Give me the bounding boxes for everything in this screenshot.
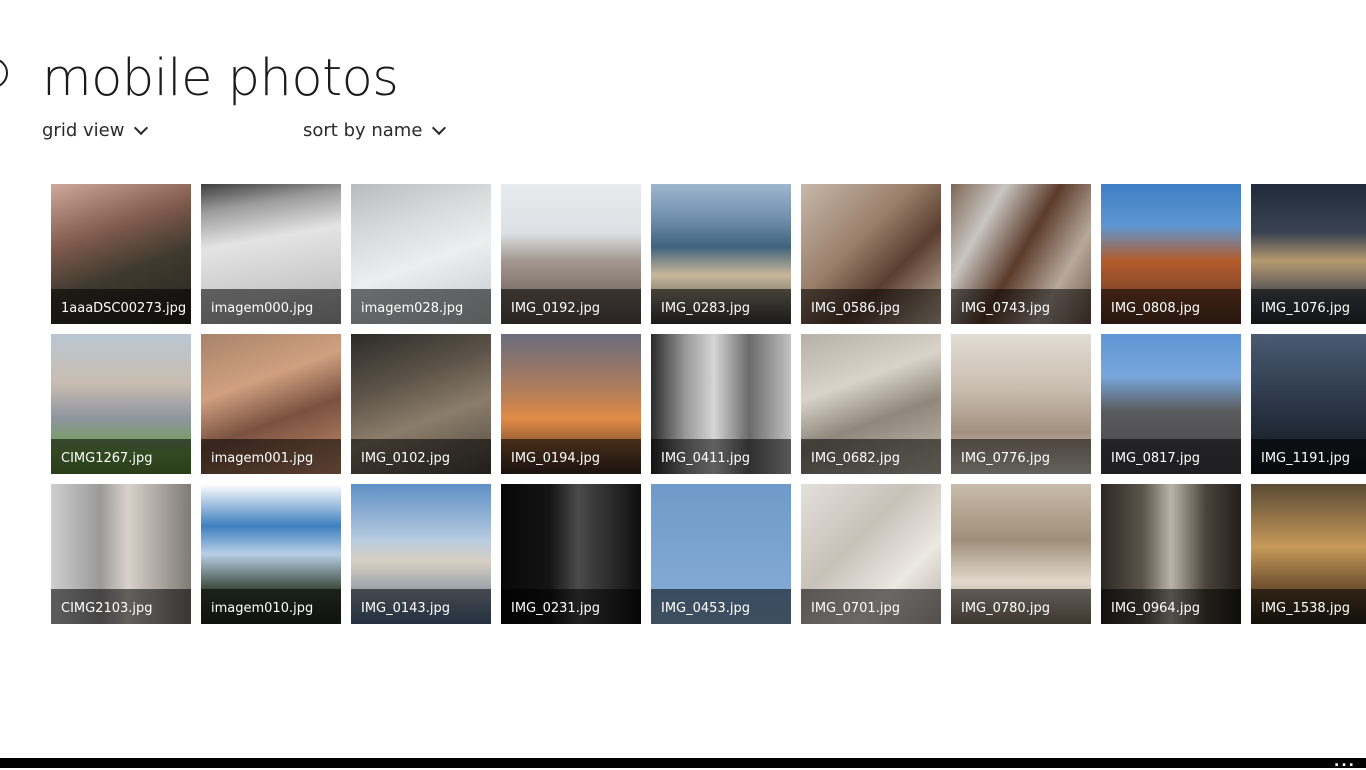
- photo-tile[interactable]: IMG_1191.jpg: [1251, 334, 1366, 474]
- sort-label: sort by name: [303, 119, 423, 141]
- photo-filename: CIMG2103.jpg: [51, 589, 191, 624]
- photo-filename: imagem001.jpg: [201, 439, 341, 474]
- photo-filename: IMG_0743.jpg: [951, 289, 1091, 324]
- photo-filename: IMG_1076.jpg: [1251, 289, 1366, 324]
- photo-tile[interactable]: IMG_0817.jpg: [1101, 334, 1241, 474]
- photo-tile[interactable]: IMG_0231.jpg: [501, 484, 641, 624]
- photo-filename: IMG_0682.jpg: [801, 439, 941, 474]
- photo-grid: 1aaaDSC00273.jpg imagem000.jpg imagem028.j…: [51, 184, 1366, 624]
- photo-filename: IMG_0102.jpg: [351, 439, 491, 474]
- photo-filename: IMG_0780.jpg: [951, 589, 1091, 624]
- photo-tile[interactable]: IMG_0283.jpg: [651, 184, 791, 324]
- photo-tile[interactable]: imagem000.jpg: [201, 184, 341, 324]
- photo-filename: IMG_0143.jpg: [351, 589, 491, 624]
- photo-filename: IMG_0701.jpg: [801, 589, 941, 624]
- photo-tile[interactable]: IMG_0102.jpg: [351, 334, 491, 474]
- photo-filename: 1aaaDSC00273.jpg: [51, 289, 191, 324]
- photo-filename: IMG_0192.jpg: [501, 289, 641, 324]
- photo-filename: imagem010.jpg: [201, 589, 341, 624]
- photo-tile[interactable]: imagem010.jpg: [201, 484, 341, 624]
- photo-filename: IMG_1191.jpg: [1251, 439, 1366, 474]
- photo-tile[interactable]: imagem028.jpg: [351, 184, 491, 324]
- photo-filename: imagem028.jpg: [351, 289, 491, 324]
- photo-filename: IMG_0964.jpg: [1101, 589, 1241, 624]
- photo-filename: IMG_0453.jpg: [651, 589, 791, 624]
- photo-tile[interactable]: IMG_0964.jpg: [1101, 484, 1241, 624]
- photo-tile[interactable]: IMG_0411.jpg: [651, 334, 791, 474]
- photo-filename: IMG_0194.jpg: [501, 439, 641, 474]
- photo-tile[interactable]: IMG_0682.jpg: [801, 334, 941, 474]
- photo-tile[interactable]: IMG_0143.jpg: [351, 484, 491, 624]
- photo-filename: imagem000.jpg: [201, 289, 341, 324]
- page-title: mobile photos: [42, 49, 399, 108]
- photo-tile[interactable]: IMG_1538.jpg: [1251, 484, 1366, 624]
- photo-tile[interactable]: IMG_1076.jpg: [1251, 184, 1366, 324]
- photo-filename: IMG_0817.jpg: [1101, 439, 1241, 474]
- view-mode-dropdown[interactable]: grid view: [42, 116, 149, 144]
- photo-tile[interactable]: IMG_0453.jpg: [651, 484, 791, 624]
- photo-tile[interactable]: CIMG2103.jpg: [51, 484, 191, 624]
- photo-tile[interactable]: IMG_0780.jpg: [951, 484, 1091, 624]
- more-options-icon[interactable]: ...: [1334, 755, 1356, 769]
- photo-tile[interactable]: IMG_0808.jpg: [1101, 184, 1241, 324]
- photo-filename: IMG_0586.jpg: [801, 289, 941, 324]
- photo-tile[interactable]: IMG_0776.jpg: [951, 334, 1091, 474]
- photo-tile[interactable]: 1aaaDSC00273.jpg: [51, 184, 191, 324]
- app-bar: ...: [0, 755, 1366, 769]
- photo-tile[interactable]: IMG_0701.jpg: [801, 484, 941, 624]
- photo-tile[interactable]: IMG_0743.jpg: [951, 184, 1091, 324]
- photo-tile[interactable]: IMG_0192.jpg: [501, 184, 641, 324]
- sort-dropdown[interactable]: sort by name: [303, 116, 447, 144]
- photo-filename: IMG_1538.jpg: [1251, 589, 1366, 624]
- view-mode-label: grid view: [42, 119, 125, 141]
- photo-tile[interactable]: IMG_0194.jpg: [501, 334, 641, 474]
- photo-filename: IMG_0411.jpg: [651, 439, 791, 474]
- photo-filename: CIMG1267.jpg: [51, 439, 191, 474]
- photo-filename: IMG_0283.jpg: [651, 289, 791, 324]
- photo-tile[interactable]: CIMG1267.jpg: [51, 334, 191, 474]
- chevron-down-icon: [432, 120, 447, 135]
- chevron-down-icon: [134, 120, 149, 135]
- back-button[interactable]: [0, 58, 8, 88]
- photo-tile[interactable]: imagem001.jpg: [201, 334, 341, 474]
- photo-filename: IMG_0776.jpg: [951, 439, 1091, 474]
- photo-filename: IMG_0231.jpg: [501, 589, 641, 624]
- photo-filename: IMG_0808.jpg: [1101, 289, 1241, 324]
- photo-tile[interactable]: IMG_0586.jpg: [801, 184, 941, 324]
